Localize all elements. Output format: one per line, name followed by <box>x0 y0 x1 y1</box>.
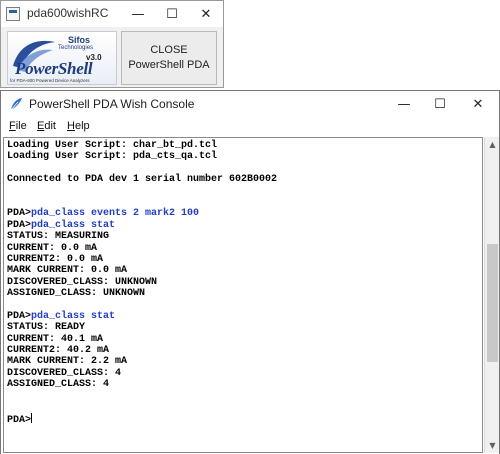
console-line: DISCOVERED_CLASS: UNKNOWN <box>7 277 277 288</box>
console-window: PowerShell PDA Wish Console — ☐ ✕ File E… <box>0 90 500 454</box>
console-output-text: Loading User Script: pda_cts_qa.tcl <box>7 151 218 163</box>
console-text: Loading User Script: char_bt_pd.tcl Loadi… <box>7 140 277 427</box>
launcher-window: pda600wishRC — ☐ ✕ Sifos Technologies v3… <box>0 0 224 88</box>
console-output-text: CURRENT2: 40.2 mA <box>7 345 110 357</box>
console-line: PDA>pda_class stat <box>7 220 277 231</box>
console-output-text: ASSIGNED_CLASS: 4 <box>7 379 110 391</box>
console-output[interactable]: Loading User Script: char_bt_pd.tcl Loadi… <box>3 137 483 453</box>
console-command: pda_class stat <box>31 310 116 322</box>
console-line: CURRENT: 40.1 mA <box>7 334 277 345</box>
console-output-text: MARK CURRENT: 0.0 mA <box>7 265 128 277</box>
close-icon[interactable]: ✕ <box>189 1 223 27</box>
menu-file[interactable]: File <box>9 120 27 132</box>
logo-brand: Sifos <box>68 35 91 45</box>
close-button-line2: PowerShell PDA <box>128 59 210 71</box>
maximize-icon[interactable]: ☐ <box>155 1 189 27</box>
console-line: Connected to PDA dev 1 serial number 602… <box>7 174 277 185</box>
console-title: PowerShell PDA Wish Console <box>29 97 195 111</box>
console-output-text: Loading User Script: char_bt_pd.tcl <box>7 140 218 151</box>
console-output-text: CURRENT2: 0.0 mA <box>7 253 104 265</box>
launcher-title: pda600wishRC <box>27 6 109 20</box>
minimize-icon[interactable]: — <box>121 1 155 27</box>
console-line: ASSIGNED_CLASS: UNKNOWN <box>7 288 277 299</box>
close-icon[interactable]: ✕ <box>458 91 498 117</box>
console-prompt: PDA> <box>7 415 32 427</box>
powershell-logo: Sifos Technologies v3.0 PowerShell for P… <box>7 31 117 85</box>
logo-subtitle: for PDA-600 Powered Device Analyzers <box>10 78 90 83</box>
console-output-text: ASSIGNED_CLASS: UNKNOWN <box>7 288 146 300</box>
scroll-down-icon[interactable]: ▼ <box>485 438 500 453</box>
console-output-text: MARK CURRENT: 2.2 mA <box>7 356 128 368</box>
scroll-up-icon[interactable]: ▲ <box>485 137 500 152</box>
menu-bar: File Edit Help <box>1 118 499 136</box>
console-line: CURRENT2: 40.2 mA <box>7 345 277 356</box>
app-window-icon <box>6 7 20 21</box>
console-line: PDA>pda_class stat <box>7 311 277 322</box>
console-output-text: CURRENT: 40.1 mA <box>7 333 104 345</box>
console-line: PDA> <box>7 413 277 427</box>
console-line: STATUS: READY <box>7 322 277 333</box>
console-line: MARK CURRENT: 0.0 mA <box>7 265 277 276</box>
logo-product: PowerShell <box>15 59 93 78</box>
logo-tagline: Technologies <box>58 45 94 51</box>
console-prompt: PDA> <box>7 208 32 220</box>
vertical-scrollbar[interactable]: ▲ ▼ <box>484 137 499 453</box>
console-line: ASSIGNED_CLASS: 4 <box>7 379 277 390</box>
console-line: STATUS: MEASURING <box>7 231 277 242</box>
console-title-bar[interactable]: PowerShell PDA Wish Console — ☐ ✕ <box>1 91 499 117</box>
maximize-icon[interactable]: ☐ <box>422 91 458 117</box>
console-output-text: CURRENT: 0.0 mA <box>7 242 98 254</box>
console-line: CURRENT: 0.0 mA <box>7 243 277 254</box>
console-prompt: PDA> <box>7 310 32 322</box>
console-output-text: STATUS: MEASURING <box>7 231 110 243</box>
minimize-icon[interactable]: — <box>386 91 422 117</box>
console-prompt: PDA> <box>7 219 32 231</box>
menu-help[interactable]: Help <box>67 120 90 132</box>
console-line: Loading User Script: char_bt_pd.tcl <box>7 140 277 151</box>
console-line: PDA>pda_class events 2 mark2 100 <box>7 208 277 219</box>
text-cursor <box>31 413 33 424</box>
scroll-thumb[interactable] <box>487 244 498 362</box>
console-output-text: STATUS: READY <box>7 322 86 334</box>
menu-edit[interactable]: Edit <box>37 120 56 132</box>
console-line: Loading User Script: pda_cts_qa.tcl <box>7 151 277 162</box>
console-command: pda_class stat <box>31 219 116 231</box>
console-output-text: DISCOVERED_CLASS: 4 <box>7 367 122 379</box>
feather-app-icon <box>10 98 22 111</box>
console-output-text: Connected to PDA dev 1 serial number 602… <box>7 174 278 186</box>
close-powershell-button[interactable]: CLOSE PowerShell PDA <box>121 31 217 85</box>
console-line: MARK CURRENT: 2.2 mA <box>7 356 277 367</box>
console-line: CURRENT2: 0.0 mA <box>7 254 277 265</box>
console-command: pda_class events 2 mark2 100 <box>31 208 200 220</box>
console-output-text: DISCOVERED_CLASS: UNKNOWN <box>7 276 158 288</box>
close-button-line1: CLOSE <box>150 44 188 56</box>
launcher-title-bar[interactable]: pda600wishRC — ☐ ✕ <box>1 1 223 27</box>
console-line: DISCOVERED_CLASS: 4 <box>7 368 277 379</box>
